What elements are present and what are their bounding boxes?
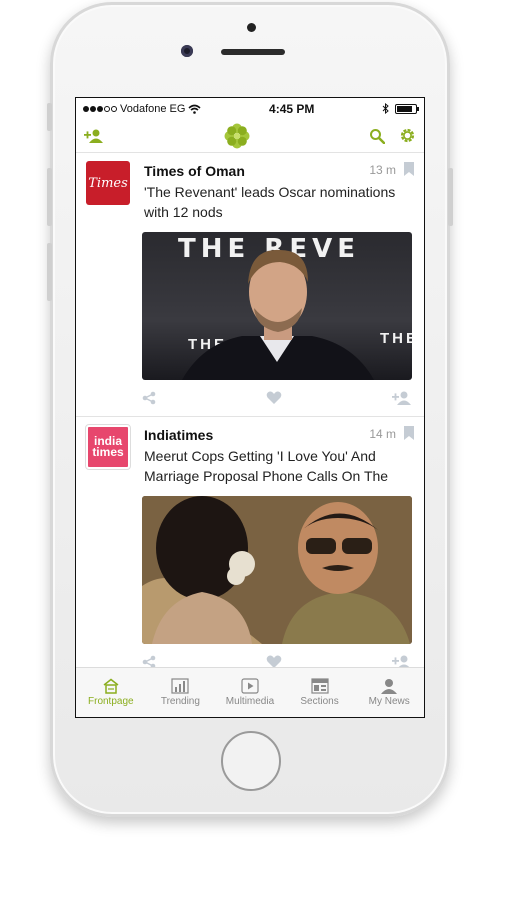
card-actions xyxy=(86,644,414,667)
status-time: 4:45 PM xyxy=(269,101,315,116)
tab-bar: Frontpage Trending Multimedia Sections M… xyxy=(76,667,424,717)
battery-icon xyxy=(395,103,419,114)
logo-text: times xyxy=(92,445,124,459)
headline[interactable]: Meerut Cops Getting 'I Love You' And Mar… xyxy=(144,446,414,486)
tab-sections[interactable]: Sections xyxy=(285,668,355,717)
home-button[interactable] xyxy=(221,731,281,791)
play-icon xyxy=(241,678,259,694)
tab-multimedia[interactable]: Multimedia xyxy=(215,668,285,717)
tab-trending[interactable]: Trending xyxy=(146,668,216,717)
gear-icon[interactable] xyxy=(399,127,416,144)
tab-label: Frontpage xyxy=(88,696,134,707)
nav-bar xyxy=(76,119,424,153)
app-screen: Vodafone EG 4:45 PM Times Times of Oman … xyxy=(75,97,425,718)
post-time: 13 m xyxy=(369,163,396,177)
share-icon[interactable] xyxy=(142,655,156,667)
tab-frontpage[interactable]: Frontpage xyxy=(76,668,146,717)
mute-switch xyxy=(47,103,52,131)
sensor-dot xyxy=(247,23,256,32)
home-icon xyxy=(103,678,119,694)
news-card[interactable]: india times Indiatimes 14 m Meerut Cops … xyxy=(76,417,424,667)
add-user-icon[interactable] xyxy=(84,128,104,144)
tab-my-news[interactable]: My News xyxy=(354,668,424,717)
source-logo: india times xyxy=(85,424,131,470)
movie-still-figures xyxy=(142,496,412,644)
bookmark-icon[interactable] xyxy=(404,162,414,176)
earpiece-speaker xyxy=(221,49,285,55)
share-icon[interactable] xyxy=(142,391,156,405)
power-button xyxy=(448,168,453,226)
bookmark-icon[interactable] xyxy=(404,426,414,440)
follow-source-icon[interactable] xyxy=(392,390,412,406)
tab-label: Trending xyxy=(160,696,200,707)
chart-icon xyxy=(171,678,189,694)
sections-icon xyxy=(310,678,329,694)
front-camera xyxy=(181,45,193,57)
heart-icon[interactable] xyxy=(266,391,282,405)
tab-label: My News xyxy=(368,696,410,707)
volume-up-button xyxy=(47,168,52,226)
tab-label: Sections xyxy=(300,696,339,707)
heart-icon[interactable] xyxy=(266,655,282,667)
status-bar: Vodafone EG 4:45 PM xyxy=(76,98,424,119)
follow-source-icon[interactable] xyxy=(392,654,412,667)
bluetooth-icon xyxy=(382,103,389,114)
news-card[interactable]: Times Times of Oman 13 m 'The Revenant' … xyxy=(76,153,424,417)
article-image[interactable]: THE REVE THE THE xyxy=(142,232,412,380)
source-logo: Times xyxy=(86,161,130,205)
search-icon[interactable] xyxy=(369,128,385,144)
person-icon xyxy=(381,679,398,694)
headline[interactable]: 'The Revenant' leads Oscar nominations w… xyxy=(144,182,414,222)
tab-label: Multimedia xyxy=(225,696,275,707)
volume-down-button xyxy=(47,243,52,301)
logo-text: Times xyxy=(88,175,128,191)
news-feed[interactable]: Times Times of Oman 13 m 'The Revenant' … xyxy=(76,153,424,667)
wifi-icon xyxy=(188,104,201,114)
post-time: 14 m xyxy=(369,427,396,441)
signal-icon xyxy=(83,105,117,112)
carrier-name: Vodafone EG xyxy=(120,102,186,115)
article-image[interactable] xyxy=(142,496,412,644)
card-actions xyxy=(86,380,414,416)
flower-logo-icon[interactable] xyxy=(224,123,250,149)
portrait-figure xyxy=(182,249,374,380)
